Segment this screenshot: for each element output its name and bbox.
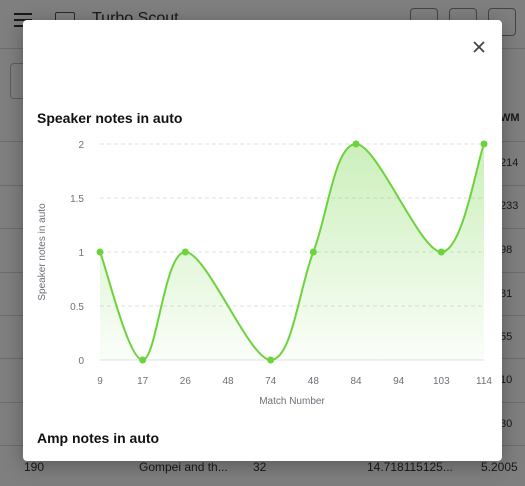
chart-dialog: Speaker notes in auto 0 0.5 1 1.5 2 9 17 26 48 7…	[23, 20, 502, 461]
x-axis-label: Match Number	[259, 396, 325, 407]
x-tick-label: 74	[265, 376, 277, 387]
y-tick-label: 2	[78, 140, 84, 151]
y-tick-label: 0	[78, 356, 84, 367]
data-point[interactable]	[352, 140, 360, 148]
data-point[interactable]	[181, 248, 189, 256]
x-tick-label: 48	[222, 376, 234, 387]
data-point[interactable]	[309, 248, 317, 256]
speaker-notes-chart: 0 0.5 1 1.5 2 9 17 26 48 74 48 84 94 103 114 Match Nu…	[37, 140, 492, 407]
close-icon[interactable]	[469, 37, 489, 57]
data-point[interactable]	[480, 140, 488, 148]
x-tick-label: 84	[350, 376, 362, 387]
data-point[interactable]	[267, 356, 275, 364]
x-tick-label: 9	[97, 376, 103, 387]
x-tick-label: 26	[180, 376, 192, 387]
data-point[interactable]	[139, 356, 147, 364]
y-tick-label: 1	[78, 248, 84, 259]
x-tick-label: 17	[137, 376, 149, 387]
y-tick-label: 0.5	[70, 302, 84, 313]
chart-title-amp: Amp notes in auto	[37, 430, 160, 446]
y-axis-label: Speaker notes in auto	[37, 203, 48, 301]
x-tick-label: 48	[308, 376, 320, 387]
x-tick-label: 114	[476, 376, 492, 387]
data-point[interactable]	[96, 248, 104, 256]
data-point[interactable]	[437, 248, 445, 256]
x-tick-label: 103	[433, 376, 450, 387]
y-tick-label: 1.5	[70, 194, 84, 205]
chart-title: Speaker notes in auto	[37, 110, 183, 126]
x-tick-label: 94	[393, 376, 405, 387]
